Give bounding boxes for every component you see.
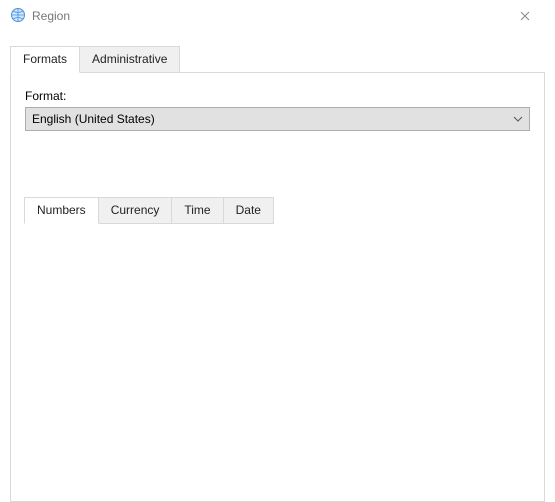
customize-tabstrip: Numbers Currency Time Date bbox=[24, 197, 534, 224]
tab-formats-label: Formats bbox=[23, 52, 67, 66]
close-icon[interactable] bbox=[503, 1, 547, 31]
region-client: Formats Administrative Format: English (… bbox=[0, 34, 555, 502]
tab-currency-label: Currency bbox=[111, 203, 160, 217]
format-combo[interactable]: English (United States) bbox=[25, 107, 530, 131]
tab-numbers[interactable]: Numbers bbox=[24, 197, 99, 224]
tab-currency[interactable]: Currency bbox=[98, 197, 173, 224]
globe-icon bbox=[10, 7, 26, 26]
format-value: English (United States) bbox=[32, 112, 155, 126]
tab-date-label: Date bbox=[236, 203, 261, 217]
region-titlebar: Region bbox=[0, 0, 555, 32]
format-label: Format: bbox=[25, 89, 530, 103]
tab-date[interactable]: Date bbox=[223, 197, 274, 224]
tab-administrative[interactable]: Administrative bbox=[79, 46, 180, 73]
region-tabstrip: Formats Administrative bbox=[10, 46, 545, 73]
tab-numbers-label: Numbers bbox=[37, 203, 86, 217]
chevron-down-icon bbox=[513, 116, 523, 122]
tab-formats[interactable]: Formats bbox=[10, 46, 80, 73]
tab-time[interactable]: Time bbox=[171, 197, 223, 224]
tab-administrative-label: Administrative bbox=[92, 52, 167, 66]
region-title: Region bbox=[32, 9, 70, 23]
region-tabbody: Format: English (United States) bbox=[10, 72, 545, 502]
tab-time-label: Time bbox=[184, 203, 210, 217]
